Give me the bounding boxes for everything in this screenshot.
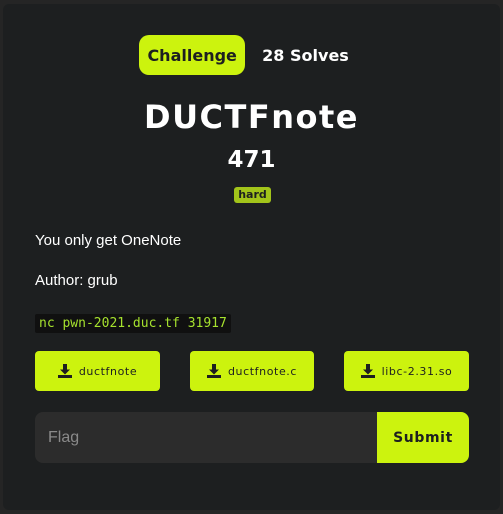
challenge-modal: Challenge 28 Solves DUCTFnote 471 hard Y… xyxy=(3,4,500,510)
file-name: libc-2.31.so xyxy=(381,364,453,378)
download-icon xyxy=(360,364,375,378)
challenge-title: DUCTFnote xyxy=(144,98,359,136)
challenge-description: You only get OneNote xyxy=(35,232,182,249)
file-download-ductfnote-c[interactable]: ductfnote.c xyxy=(190,351,314,391)
connection-command: nc pwn-2021.duc.tf 31917 xyxy=(35,314,231,333)
difficulty-badge-wrap: hard xyxy=(3,187,500,203)
download-icon xyxy=(206,364,221,378)
submit-button[interactable]: Submit xyxy=(377,412,469,463)
file-download-libc[interactable]: libc-2.31.so xyxy=(344,351,469,391)
flag-input[interactable] xyxy=(35,412,377,463)
flag-form: Submit xyxy=(35,412,469,463)
file-list: ductfnote ductfnote.c libc-2.31.so xyxy=(35,351,469,391)
tab-challenge[interactable]: Challenge xyxy=(139,35,246,75)
file-name: ductfnote.c xyxy=(227,364,298,378)
challenge-author: Author: grub xyxy=(35,272,118,289)
file-download-ductfnote[interactable]: ductfnote xyxy=(35,351,160,391)
file-name: ductfnote xyxy=(78,364,138,378)
tab-solves[interactable]: 28 Solves xyxy=(245,35,359,75)
challenge-points: 471 xyxy=(227,147,276,173)
modal-tabs: Challenge 28 Solves xyxy=(3,35,500,75)
download-icon xyxy=(57,364,72,378)
difficulty-badge: hard xyxy=(234,187,271,203)
